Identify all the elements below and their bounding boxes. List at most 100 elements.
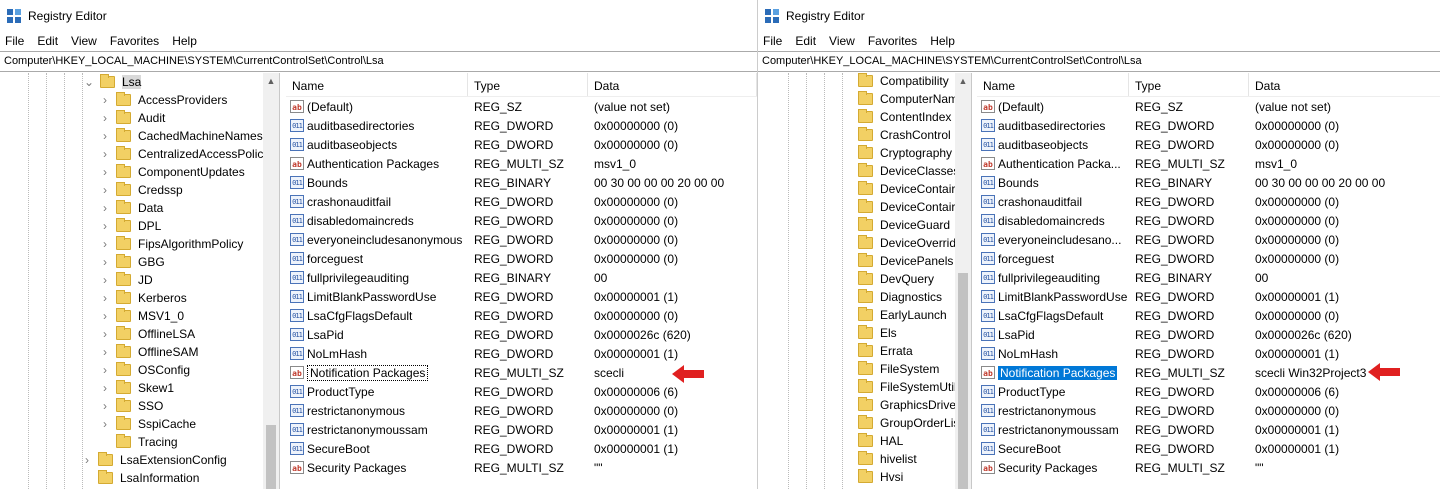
tree-node[interactable]: DeviceContair	[842, 198, 955, 216]
value-row[interactable]: 011 crashonauditfail REG_DWORD 0x00000000 (…	[286, 192, 757, 211]
value-row[interactable]: 011 restrictanonymous REG_DWORD 0x00000000 …	[286, 401, 757, 420]
chevron-right-icon[interactable]: ›	[100, 325, 110, 343]
value-name[interactable]: Bounds	[998, 176, 1039, 190]
value-row[interactable]: 011 SecureBoot REG_DWORD 0x00000001 (1)	[977, 439, 1440, 458]
tree-node[interactable]: FileSystem	[842, 360, 939, 378]
column-header-type[interactable]: Type	[468, 73, 588, 96]
value-row[interactable]: 011 everyoneincludesanonymous REG_DWORD 0x0…	[286, 230, 757, 249]
tree-node[interactable]: › GBG	[100, 253, 165, 271]
value-name[interactable]: Authentication Packages	[307, 157, 439, 171]
value-row[interactable]: ab (Default) REG_SZ (value not set)	[977, 97, 1440, 116]
menu-edit[interactable]: Edit	[795, 34, 816, 48]
value-row[interactable]: 011 LimitBlankPasswordUse REG_DWORD 0x00000…	[286, 287, 757, 306]
tree-node[interactable]: › OSConfig	[100, 361, 190, 379]
tree-node[interactable]: DeviceClasses	[842, 162, 959, 180]
tree-node[interactable]: Cryptography	[842, 144, 952, 162]
value-row[interactable]: 011 NoLmHash REG_DWORD 0x00000001 (1)	[286, 344, 757, 363]
chevron-right-icon[interactable]: ›	[100, 343, 110, 361]
value-row[interactable]: ab Security Packages REG_MULTI_SZ ""	[286, 458, 757, 477]
value-name[interactable]: LsaPid	[307, 328, 344, 342]
value-row[interactable]: 011 auditbaseobjects REG_DWORD 0x00000000 (…	[286, 135, 757, 154]
value-name[interactable]: Notification Packages	[998, 365, 1118, 380]
menu-edit[interactable]: Edit	[37, 34, 58, 48]
chevron-right-icon[interactable]: ›	[100, 91, 110, 109]
value-name[interactable]: disabledomaincreds	[998, 214, 1105, 228]
tree-node[interactable]: › ComponentUpdates	[100, 163, 245, 181]
value-name[interactable]: fullprivilegeauditing	[998, 271, 1100, 285]
value-name[interactable]: LsaPid	[998, 328, 1035, 342]
value-name[interactable]: LsaCfgFlagsDefault	[307, 309, 412, 323]
tree-node[interactable]: › CentralizedAccessPolici	[100, 145, 266, 163]
tree-node[interactable]: › AccessProviders	[100, 91, 227, 109]
tree-node[interactable]: › OfflineSAM	[100, 343, 198, 361]
tree-node[interactable]: › Kerberos	[100, 289, 187, 307]
tree-node[interactable]: › Credssp	[100, 181, 183, 199]
chevron-right-icon[interactable]: ›	[82, 451, 92, 469]
value-row[interactable]: 011 disabledomaincreds REG_DWORD 0x00000000…	[977, 211, 1440, 230]
chevron-right-icon[interactable]: ›	[100, 415, 110, 433]
chevron-right-icon[interactable]: ›	[100, 199, 110, 217]
value-row[interactable]: 011 Bounds REG_BINARY 00 30 00 00 00 20 00 …	[977, 173, 1440, 192]
tree-node[interactable]: ContentIndex	[842, 108, 951, 126]
tree-node[interactable]: › SSO	[100, 397, 163, 415]
value-name[interactable]: fullprivilegeauditing	[307, 271, 409, 285]
chevron-right-icon[interactable]: ›	[100, 397, 110, 415]
value-row[interactable]: 011 LsaCfgFlagsDefault REG_DWORD 0x00000000…	[286, 306, 757, 325]
chevron-right-icon[interactable]: ›	[100, 253, 110, 271]
tree-node[interactable]: DevQuery	[842, 270, 934, 288]
value-row[interactable]: 011 disabledomaincreds REG_DWORD 0x00000000…	[286, 211, 757, 230]
value-name[interactable]: SecureBoot	[998, 442, 1061, 456]
value-name[interactable]: Notification Packages	[307, 364, 429, 381]
tree-node[interactable]: Diagnostics	[842, 288, 942, 306]
value-row[interactable]: 011 restrictanonymoussam REG_DWORD 0x000000…	[286, 420, 757, 439]
scroll-up-arrow-icon[interactable]: ▲	[955, 73, 971, 89]
value-row[interactable]: 011 LsaPid REG_DWORD 0x0000026c (620)	[977, 325, 1440, 344]
tree-node[interactable]: Errata	[842, 342, 913, 360]
value-row[interactable]: 011 auditbasedirectories REG_DWORD 0x000000…	[977, 116, 1440, 135]
address-bar[interactable]: Computer\HKEY_LOCAL_MACHINE\SYSTEM\Curre…	[758, 51, 1440, 72]
value-row[interactable]: 011 restrictanonymous REG_DWORD 0x00000000 …	[977, 401, 1440, 420]
tree-node[interactable]: › MSV1_0	[100, 307, 184, 325]
tree-node[interactable]: Hvsi	[842, 468, 903, 486]
value-row[interactable]: 011 Bounds REG_BINARY 00 30 00 00 00 20 00 …	[286, 173, 757, 192]
chevron-right-icon[interactable]: ›	[100, 181, 110, 199]
value-row[interactable]: 011 LsaCfgFlagsDefault REG_DWORD 0x00000000…	[977, 306, 1440, 325]
chevron-right-icon[interactable]: ›	[100, 235, 110, 253]
column-header-name[interactable]: Name	[977, 73, 1129, 96]
value-name[interactable]: LimitBlankPasswordUse	[998, 290, 1127, 304]
value-name[interactable]: auditbasedirectories	[307, 119, 414, 133]
value-name[interactable]: restrictanonymous	[307, 404, 405, 418]
tree-node[interactable]: Els	[842, 324, 897, 342]
chevron-right-icon[interactable]: ›	[100, 217, 110, 235]
menu-help[interactable]: Help	[172, 34, 197, 48]
value-row[interactable]: 011 everyoneincludesano... REG_DWORD 0x0000…	[977, 230, 1440, 249]
chevron-right-icon[interactable]: ›	[100, 127, 110, 145]
scroll-thumb[interactable]	[266, 425, 276, 489]
tree-node[interactable]: Compatibility	[842, 73, 949, 90]
value-name[interactable]: Security Packages	[307, 461, 406, 475]
value-row[interactable]: 011 LsaPid REG_DWORD 0x0000026c (620)	[286, 325, 757, 344]
value-row[interactable]: 011 SecureBoot REG_DWORD 0x00000001 (1)	[286, 439, 757, 458]
tree-node[interactable]: GraphicsDriver	[842, 396, 960, 414]
value-name[interactable]: disabledomaincreds	[307, 214, 414, 228]
tree-scrollbar[interactable]: ▲	[263, 73, 279, 489]
value-name[interactable]: LsaCfgFlagsDefault	[998, 309, 1103, 323]
tree-node[interactable]: Tracing	[100, 433, 178, 451]
chevron-right-icon[interactable]: ›	[100, 163, 110, 181]
column-header-type[interactable]: Type	[1129, 73, 1249, 96]
tree-node-lsa[interactable]: ⌄ Lsa	[84, 73, 142, 91]
tree-node[interactable]: HAL	[842, 432, 903, 450]
value-row[interactable]: 011 forceguest REG_DWORD 0x00000000 (0)	[977, 249, 1440, 268]
tree-node[interactable]: › FipsAlgorithmPolicy	[100, 235, 243, 253]
value-name[interactable]: Authentication Packa...	[998, 157, 1121, 171]
tree-node[interactable]: › Audit	[100, 109, 165, 127]
tree-node[interactable]: hivelist	[842, 450, 917, 468]
value-name[interactable]: LimitBlankPasswordUse	[307, 290, 436, 304]
value-name[interactable]: NoLmHash	[307, 347, 367, 361]
value-name[interactable]: forceguest	[307, 252, 363, 266]
column-header-data[interactable]: Data	[588, 73, 757, 96]
tree-node[interactable]: LsaInformation	[82, 469, 199, 487]
value-name[interactable]: restrictanonymoussam	[307, 423, 428, 437]
scroll-thumb[interactable]	[958, 273, 968, 489]
scroll-up-arrow-icon[interactable]: ▲	[263, 73, 279, 89]
